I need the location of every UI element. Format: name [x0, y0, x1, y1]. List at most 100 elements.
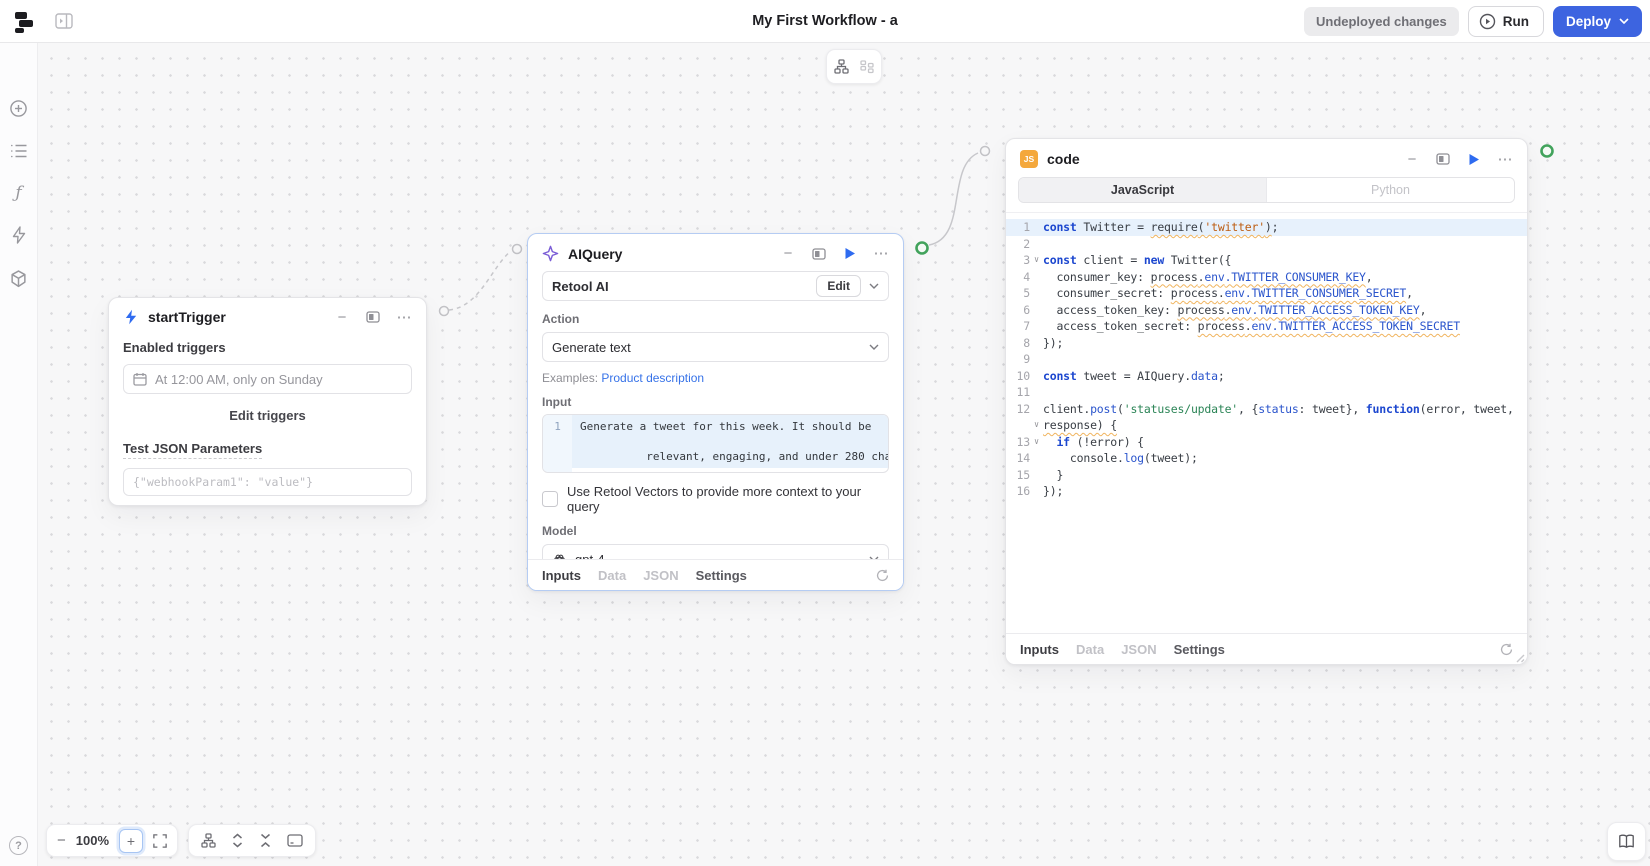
language-switcher: JavaScript Python — [1018, 177, 1515, 203]
tab-settings[interactable]: Settings — [1174, 642, 1225, 657]
more-options-icon[interactable]: ⋯ — [396, 309, 412, 325]
resource-select[interactable]: Retool AI Edit — [542, 271, 889, 301]
use-retool-vectors-checkbox[interactable] — [542, 491, 558, 507]
tab-python[interactable]: Python — [1266, 178, 1514, 202]
code-line[interactable]: 10const tweet = AIQuery.data; — [1006, 368, 1527, 385]
tab-inputs[interactable]: Inputs — [1020, 642, 1059, 657]
open-side-panel-icon[interactable] — [365, 309, 381, 325]
code-line[interactable]: 13∨ if (!error) { — [1006, 434, 1527, 451]
more-options-icon[interactable]: ⋯ — [1497, 151, 1513, 167]
code-line[interactable]: 16}); — [1006, 483, 1527, 500]
code-line[interactable]: 15 } — [1006, 467, 1527, 484]
code-editor[interactable]: 1const Twitter = require('twitter');23∨c… — [1006, 212, 1527, 630]
code-line[interactable]: 4 consumer_key: process.env.TWITTER_CONS… — [1006, 269, 1527, 286]
node-code[interactable]: JS code − ⋯ JavaScript Python 1const Twi… — [1005, 138, 1528, 665]
code-line[interactable]: 1const Twitter = require('twitter'); — [1006, 219, 1527, 236]
examples-label: Examples: — [542, 371, 598, 385]
code-line[interactable]: 5 consumer_secret: process.env.TWITTER_C… — [1006, 285, 1527, 302]
node-title: AIQuery — [568, 246, 622, 262]
node-title: code — [1047, 151, 1080, 167]
code-line[interactable]: 7 access_token_secret: process.env.TWITT… — [1006, 318, 1527, 335]
code-line[interactable]: ∨response) { — [1006, 417, 1527, 434]
fold-chevron-icon[interactable]: ∨ — [1030, 417, 1043, 434]
tab-settings[interactable]: Settings — [696, 568, 747, 583]
enabled-triggers-label: Enabled triggers — [123, 340, 412, 355]
minimize-node-icon[interactable]: − — [780, 246, 796, 262]
code-line[interactable]: 8}); — [1006, 335, 1527, 352]
console-panel-icon[interactable] — [287, 834, 303, 847]
test-json-parameters-input[interactable] — [123, 468, 412, 496]
code-line[interactable]: 6 access_token_key: process.env.TWITTER_… — [1006, 302, 1527, 319]
node-start-trigger[interactable]: startTrigger − ⋯ Enabled triggers — [108, 297, 427, 506]
trigger-schedule-text: At 12:00 AM, only on Sunday — [155, 372, 323, 387]
blocks-list-icon[interactable] — [8, 140, 29, 161]
canvas-mini-toolbar — [826, 49, 882, 84]
open-side-panel-icon[interactable] — [1435, 151, 1451, 167]
expand-all-icon[interactable] — [231, 833, 244, 848]
run-button[interactable]: Run — [1468, 6, 1544, 37]
minimize-node-icon[interactable]: − — [1404, 151, 1420, 167]
fold-chevron-icon[interactable]: ∨ — [1030, 252, 1043, 269]
minimize-node-icon[interactable]: − — [334, 309, 350, 325]
node-title: startTrigger — [148, 309, 226, 325]
use-retool-vectors-label: Use Retool Vectors to provide more conte… — [567, 484, 889, 514]
code-line[interactable]: 12client.post('statuses/update', {status… — [1006, 401, 1527, 418]
auto-layout-icon[interactable] — [201, 833, 216, 848]
run-node-icon[interactable] — [842, 246, 858, 262]
tab-inputs[interactable]: Inputs — [542, 568, 581, 583]
trigger-zap-icon — [123, 309, 139, 325]
code-line[interactable]: 2 — [1006, 236, 1527, 253]
node-ai-query[interactable]: AIQuery − ⋯ Retool AI Edit — [527, 233, 904, 591]
open-side-panel-icon[interactable] — [811, 246, 827, 262]
docs-button[interactable] — [1607, 822, 1646, 861]
chevron-down-icon — [869, 283, 879, 289]
deploy-button[interactable]: Deploy — [1553, 6, 1642, 37]
resize-handle[interactable] — [1513, 650, 1525, 662]
refresh-icon[interactable] — [1500, 643, 1513, 656]
code-line[interactable]: 9 — [1006, 351, 1527, 368]
refresh-icon[interactable] — [876, 569, 889, 582]
tab-json[interactable]: JSON — [1121, 642, 1156, 657]
functions-icon[interactable]: ƒ — [8, 182, 29, 203]
help-icon[interactable]: ? — [9, 836, 28, 855]
zoom-in-button[interactable]: + — [119, 829, 143, 853]
code-footer-tabs: Inputs Data JSON Settings — [1006, 633, 1527, 664]
add-block-icon[interactable] — [8, 98, 29, 119]
action-value: Generate text — [552, 340, 861, 355]
run-node-icon[interactable] — [1466, 151, 1482, 167]
run-label: Run — [1503, 14, 1529, 29]
edit-triggers-button[interactable]: Edit triggers — [229, 408, 306, 423]
resources-cube-icon[interactable] — [8, 268, 29, 289]
tab-data[interactable]: Data — [598, 568, 626, 583]
prompt-line-1: Generate a tweet for this week. It shoul… — [580, 420, 871, 433]
group-blocks-icon[interactable] — [860, 60, 874, 74]
code-line[interactable]: 11 — [1006, 384, 1527, 401]
fold-chevron-icon[interactable]: ∨ — [1030, 434, 1043, 451]
play-circle-icon — [1479, 13, 1496, 30]
auto-layout-icon[interactable] — [834, 59, 849, 74]
examples-product-description-link[interactable]: Product description — [601, 371, 704, 385]
fit-view-icon[interactable] — [153, 834, 167, 848]
topbar: My First Workflow - a Undeployed changes… — [0, 0, 1650, 43]
zoom-out-button[interactable]: − — [57, 832, 66, 849]
chevron-down-icon — [869, 344, 879, 350]
resource-value: Retool AI — [552, 279, 808, 294]
code-header: JS code − ⋯ — [1006, 139, 1527, 175]
trigger-schedule-field[interactable]: At 12:00 AM, only on Sunday — [123, 364, 412, 394]
edit-resource-button[interactable]: Edit — [816, 275, 861, 297]
test-json-parameters-label: Test JSON Parameters — [123, 441, 262, 459]
tab-javascript[interactable]: JavaScript — [1019, 178, 1266, 202]
zoom-controls: − 100% + — [46, 824, 178, 857]
code-line[interactable]: 3∨const client = new Twitter({ — [1006, 252, 1527, 269]
action-select[interactable]: Generate text — [542, 332, 889, 362]
code-line[interactable]: 14 console.log(tweet); — [1006, 450, 1527, 467]
tab-data[interactable]: Data — [1076, 642, 1104, 657]
more-options-icon[interactable]: ⋯ — [873, 246, 889, 262]
topbar-right: Undeployed changes Run Deploy — [1304, 0, 1642, 42]
tab-json[interactable]: JSON — [643, 568, 678, 583]
collapse-all-icon[interactable] — [259, 833, 272, 848]
triggers-zap-icon[interactable] — [8, 224, 29, 245]
prompt-editor[interactable]: 1 Generate a tweet for this week. It sho… — [542, 414, 889, 473]
left-toolbar: ƒ ? — [0, 42, 38, 866]
ai-sparkle-icon — [542, 245, 559, 262]
